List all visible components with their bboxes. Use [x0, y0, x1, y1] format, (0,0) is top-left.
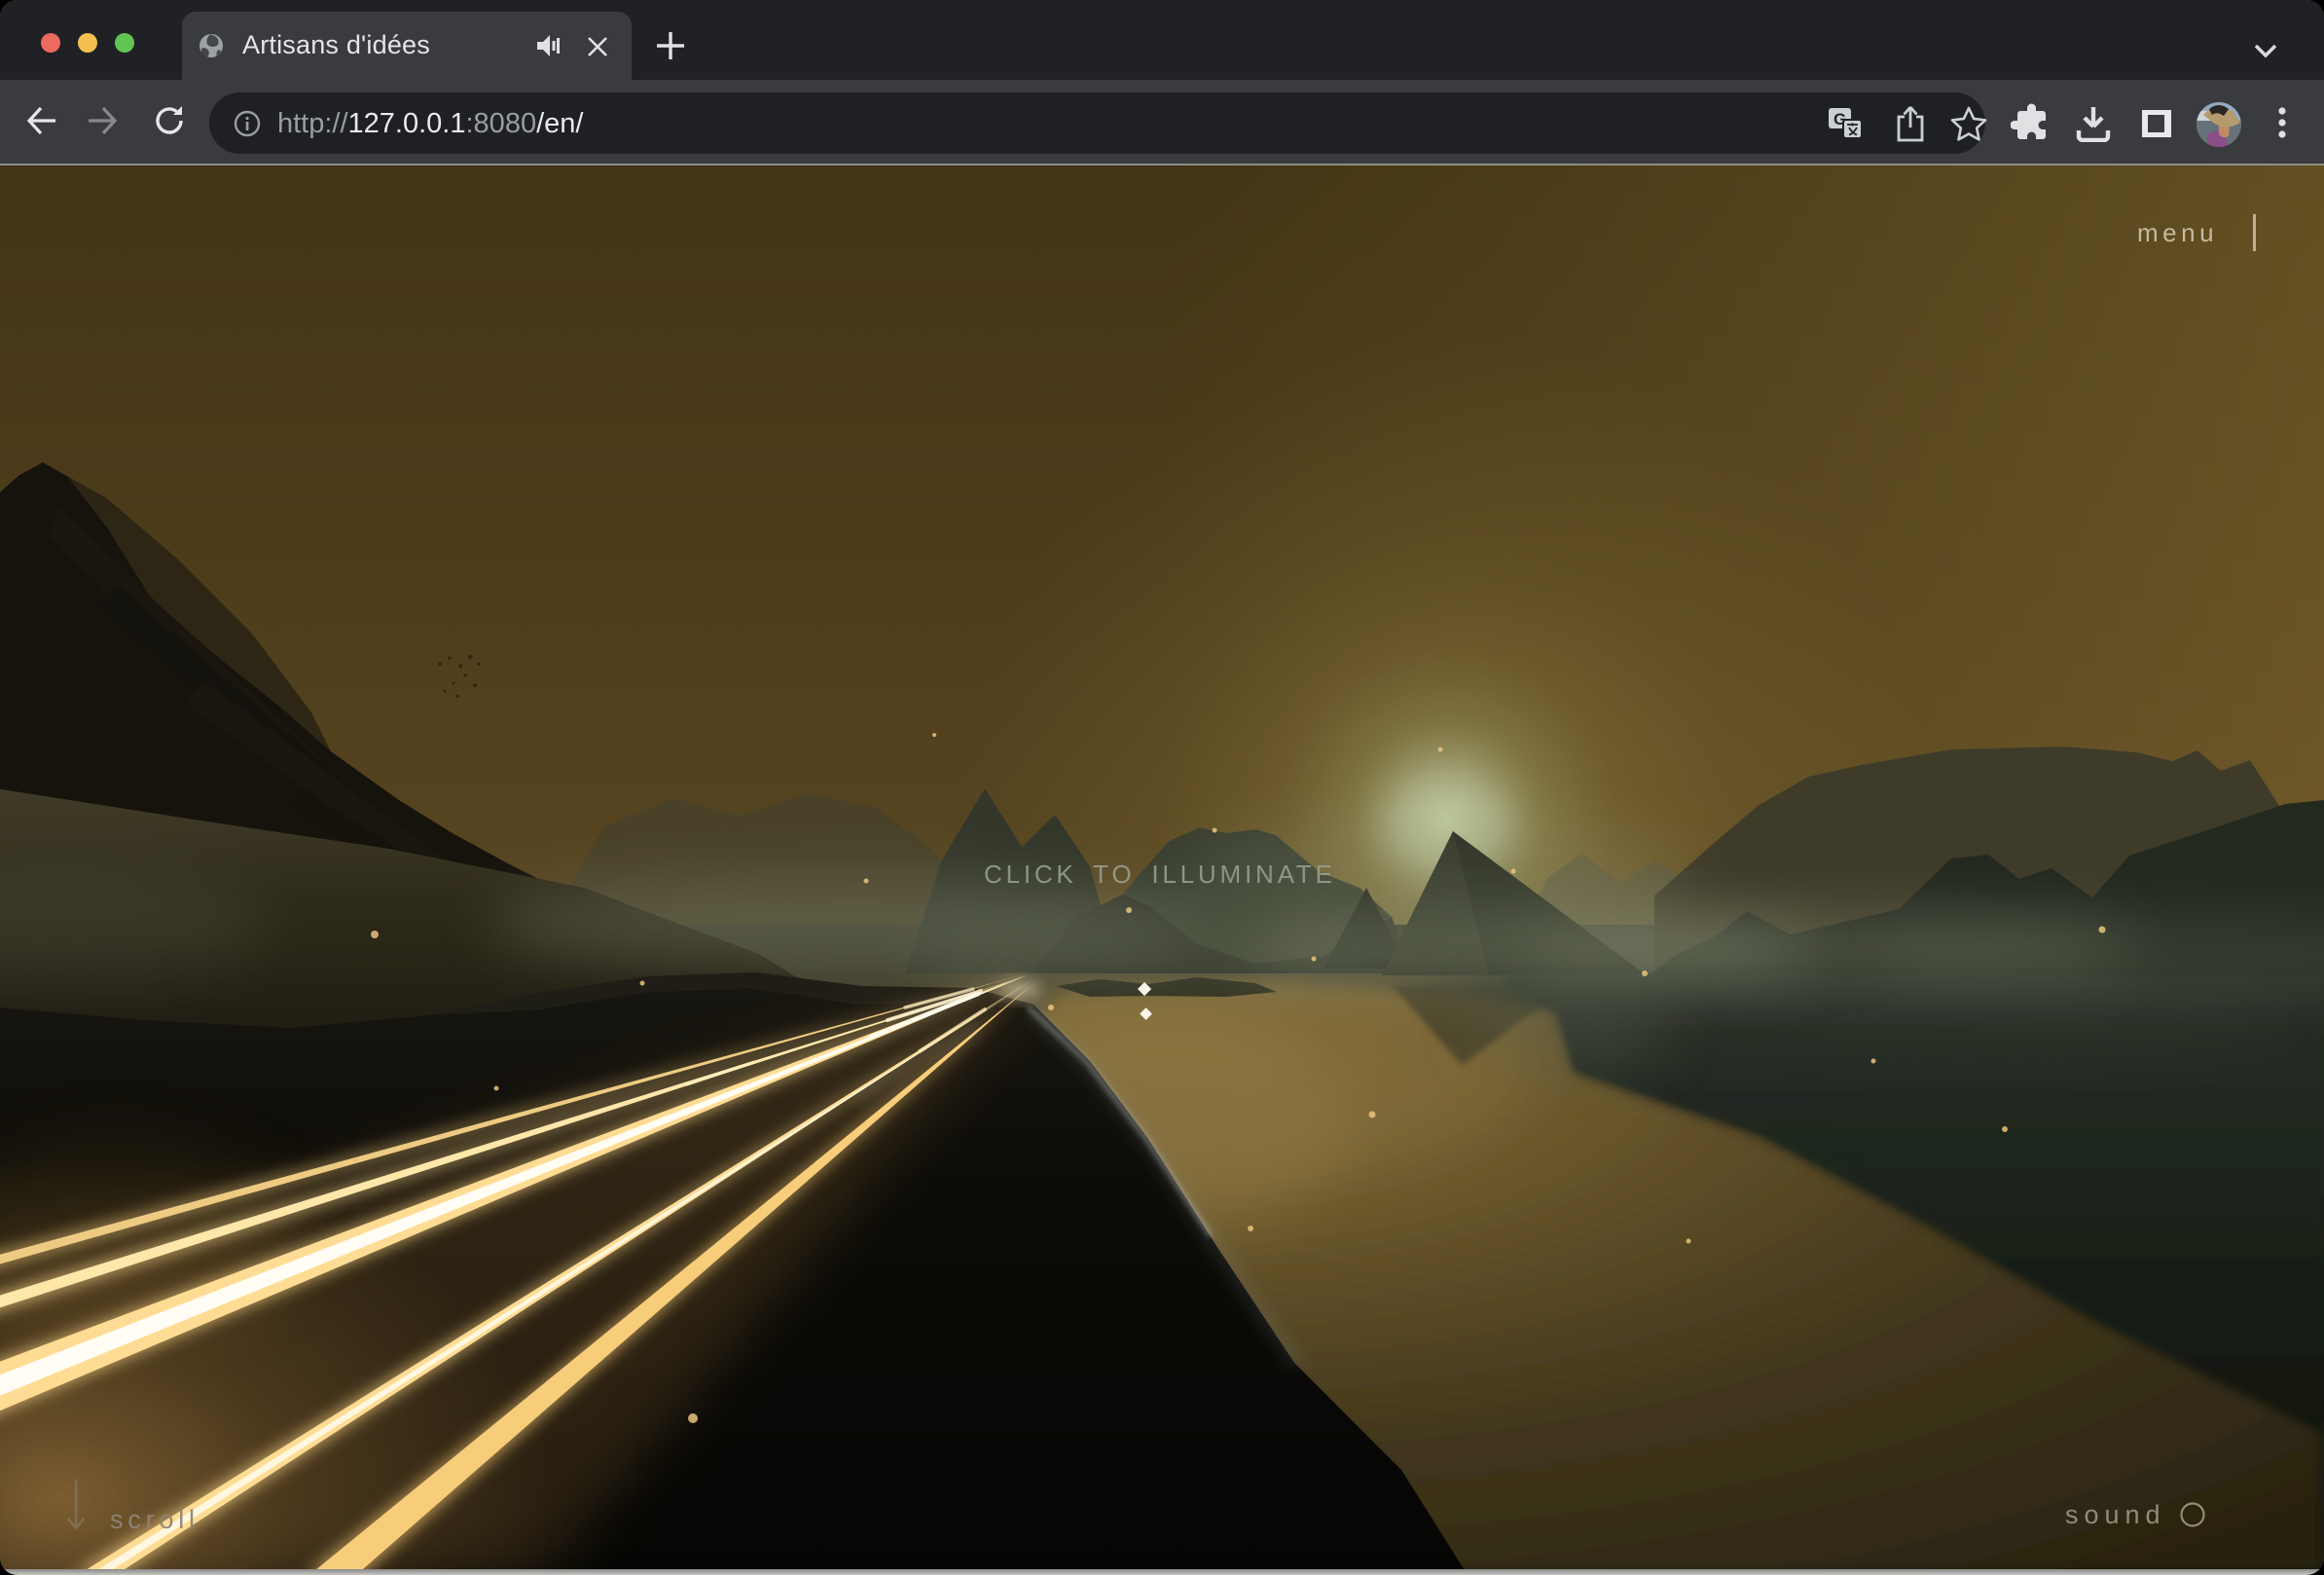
svg-text:CLICK TO ILLUMINATE: CLICK TO ILLUMINATE	[984, 860, 1336, 889]
svg-text:sound: sound	[2065, 1500, 2166, 1529]
svg-text:scroll: scroll	[110, 1505, 200, 1534]
svg-text:menu: menu	[2137, 218, 2218, 247]
